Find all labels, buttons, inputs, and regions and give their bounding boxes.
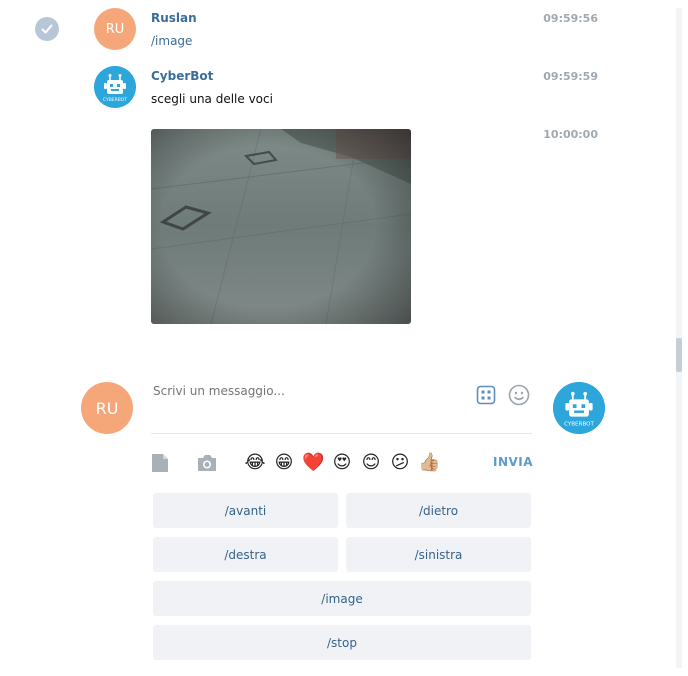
keyboard-button-destra[interactable]: /destra <box>153 537 338 572</box>
message-time: 10:00:00 <box>543 128 598 141</box>
emoji-heart-eyes[interactable]: 😍 <box>331 452 353 474</box>
send-button[interactable]: INVIA <box>493 455 533 469</box>
message-text: scegli una delle voci <box>151 92 273 106</box>
photo-message[interactable] <box>151 129 411 324</box>
emoji-confused[interactable]: 😕 <box>389 452 411 474</box>
avatar-cyberbot[interactable]: CYBERBOT <box>94 66 136 108</box>
emoji-heart[interactable]: ❤️ <box>302 452 324 474</box>
avatar-ruslan[interactable]: RU <box>94 8 136 50</box>
avatar-initials: RU <box>105 21 125 37</box>
message-time: 09:59:56 <box>543 12 598 25</box>
avatar-label: CYBERBOT <box>564 421 594 427</box>
keyboard-button-avanti[interactable]: /avanti <box>153 493 338 528</box>
composer-divider <box>151 433 532 434</box>
message-history: RU Ruslan /image 09:59:56 CYBERBOT Cyber… <box>0 0 688 360</box>
emoji-thumbs-up[interactable]: 👍🏼 <box>418 452 440 474</box>
emoji-tears-of-joy[interactable]: 😂 <box>244 452 266 474</box>
keyboard-button-sinistra[interactable]: /sinistra <box>346 537 531 572</box>
keyboard-button-dietro[interactable]: /dietro <box>346 493 531 528</box>
avatar-label: CYBERBOT <box>103 97 127 103</box>
emoji-picker-icon[interactable] <box>507 383 531 407</box>
message-time: 09:59:59 <box>543 70 598 83</box>
scrollbar-thumb[interactable] <box>676 338 682 372</box>
selected-check-icon[interactable] <box>35 17 59 41</box>
emoji-grin[interactable]: 😁 <box>273 452 295 474</box>
robot-icon: CYBERBOT <box>94 66 136 108</box>
commands-icon[interactable] <box>475 384 497 406</box>
message-author[interactable]: Ruslan <box>151 11 197 25</box>
emoji-smile[interactable]: 😊 <box>360 452 382 474</box>
bot-avatar[interactable]: CYBERBOT <box>553 382 605 434</box>
attach-file-icon[interactable] <box>150 452 170 474</box>
avatar-initials: RU <box>95 398 119 418</box>
message-input[interactable] <box>153 384 463 398</box>
keyboard-button-image[interactable]: /image <box>153 581 531 616</box>
self-avatar[interactable]: RU <box>81 382 133 434</box>
message-author[interactable]: CyberBot <box>151 69 213 83</box>
keyboard-button-stop[interactable]: /stop <box>153 625 531 660</box>
message-text[interactable]: /image <box>151 34 192 48</box>
camera-icon[interactable] <box>195 452 219 474</box>
robot-icon: CYBERBOT <box>553 382 605 434</box>
